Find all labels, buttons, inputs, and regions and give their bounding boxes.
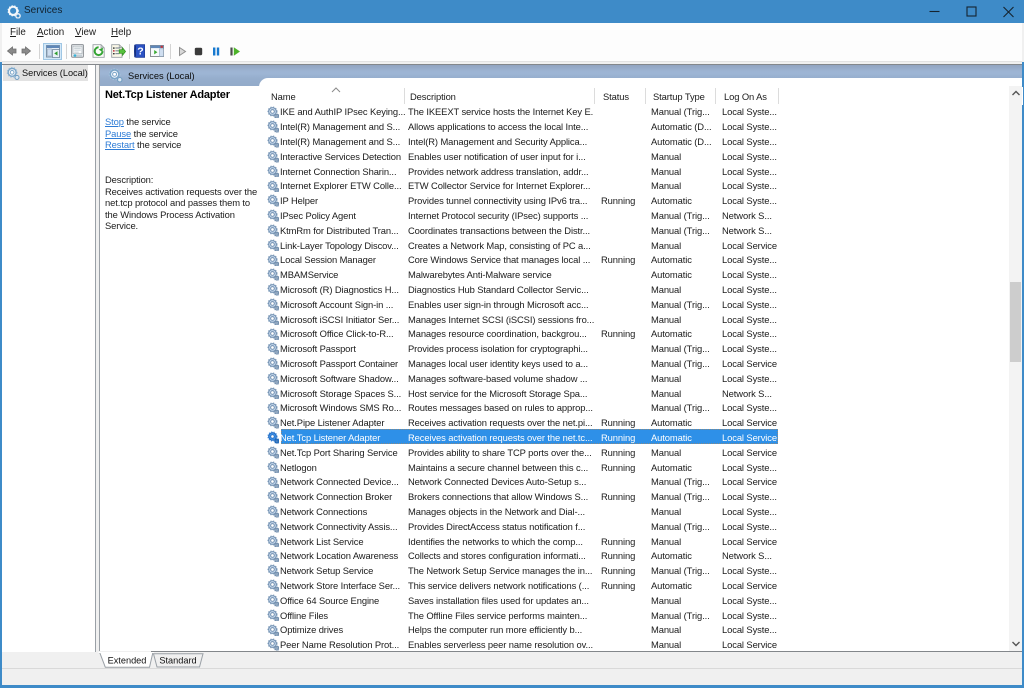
svg-text:Extended: Extended: [108, 655, 147, 665]
svg-text:Standard: Standard: [159, 655, 196, 665]
svg-text:?: ?: [137, 46, 143, 58]
